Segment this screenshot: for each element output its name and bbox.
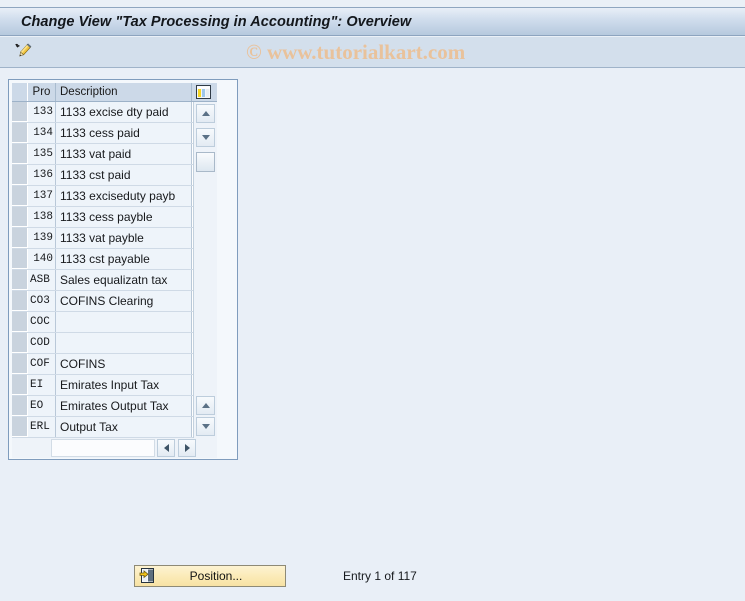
cell-description[interactable]: Emirates Input Tax [56, 375, 192, 395]
arrow-down-glyph-2 [201, 424, 210, 429]
cell-pro[interactable]: 133 [28, 102, 56, 122]
row-selector-cell[interactable] [12, 228, 28, 248]
table-row[interactable]: COC [12, 312, 193, 333]
row-selector-cell[interactable] [12, 270, 28, 290]
table-row[interactable]: 135 1133 vat paid [12, 144, 193, 165]
table-inner: Pro Description 133 1133 excise dty paid 1 [12, 83, 217, 458]
cell-pro[interactable]: 136 [28, 165, 56, 185]
cell-description[interactable]: Emirates Output Tax [56, 396, 192, 416]
scroll-up-arrow-icon[interactable] [196, 104, 215, 123]
scroll-left-arrow-icon[interactable] [157, 439, 175, 457]
position-jump-icon [135, 566, 157, 586]
row-selector-cell[interactable] [12, 102, 28, 122]
row-selector-cell[interactable] [12, 291, 28, 311]
table-row[interactable]: EI Emirates Input Tax [12, 375, 193, 396]
row-selector-cell[interactable] [12, 417, 28, 437]
table-header-row: Pro Description [12, 83, 217, 102]
cell-description[interactable] [56, 333, 192, 353]
table-row[interactable]: COD [12, 333, 193, 354]
position-button[interactable]: Position... [134, 565, 286, 587]
row-selector-cell[interactable] [12, 312, 28, 332]
cell-pro[interactable]: 138 [28, 207, 56, 227]
cell-pro[interactable]: ERL [28, 417, 56, 437]
entry-status-text: Entry 1 of 117 [343, 569, 417, 583]
table-row[interactable]: 140 1133 cst payable [12, 249, 193, 270]
row-selector-cell[interactable] [12, 186, 28, 206]
table-settings-icon[interactable] [192, 83, 215, 101]
scroll-page-down-icon[interactable] [196, 417, 215, 436]
row-selector-cell[interactable] [12, 207, 28, 227]
table-row[interactable]: 137 1133 exciseduty payb [12, 186, 193, 207]
vertical-scrollbar-thumb[interactable] [196, 152, 215, 172]
cell-description[interactable]: COFINS Clearing [56, 291, 192, 311]
horizontal-scroll-row [12, 438, 217, 458]
table-row[interactable]: CO3 COFINS Clearing [12, 291, 193, 312]
table-row[interactable]: 138 1133 cess payble [12, 207, 193, 228]
cell-description[interactable] [56, 312, 192, 332]
table-row[interactable]: 134 1133 cess paid [12, 123, 193, 144]
cell-pro[interactable]: ASB [28, 270, 56, 290]
cell-pro[interactable]: EO [28, 396, 56, 416]
table-row[interactable]: COF COFINS [12, 354, 193, 375]
row-selector-cell[interactable] [12, 333, 28, 353]
row-selector-cell[interactable] [12, 354, 28, 374]
cell-pro[interactable]: 139 [28, 228, 56, 248]
main-content-area: Pro Description 133 1133 excise dty paid 1 [0, 68, 745, 601]
cell-pro[interactable]: 137 [28, 186, 56, 206]
page-title: Change View "Tax Processing in Accountin… [21, 13, 412, 30]
cell-pro[interactable]: CO3 [28, 291, 56, 311]
cell-pro[interactable]: COC [28, 312, 56, 332]
position-button-label: Position... [189, 569, 243, 583]
row-selector-cell[interactable] [12, 396, 28, 416]
cell-description[interactable]: 1133 cst payable [56, 249, 192, 269]
arrow-up-glyph-2 [201, 403, 210, 408]
row-selector-cell[interactable] [12, 375, 28, 395]
tax-codes-table-panel: Pro Description 133 1133 excise dty paid 1 [8, 79, 238, 460]
table-row[interactable]: ERL Output Tax [12, 417, 193, 438]
cell-description[interactable]: COFINS [56, 354, 192, 374]
column-header-pro[interactable]: Pro [28, 83, 56, 101]
table-row[interactable]: 136 1133 cst paid [12, 165, 193, 186]
window-title-bar: Change View "Tax Processing in Accountin… [0, 7, 745, 36]
table-row[interactable]: ASB Sales equalizatn tax [12, 270, 193, 291]
cell-pro[interactable]: 135 [28, 144, 56, 164]
cell-pro[interactable]: COD [28, 333, 56, 353]
sap-window: Change View "Tax Processing in Accountin… [0, 0, 745, 601]
cell-pro[interactable]: 134 [28, 123, 56, 143]
cell-pro[interactable]: EI [28, 375, 56, 395]
vertical-scrollbar[interactable] [193, 102, 217, 438]
row-selector-cell[interactable] [12, 165, 28, 185]
cell-description[interactable]: Output Tax [56, 417, 192, 437]
cell-description[interactable]: 1133 cst paid [56, 165, 192, 185]
header-select-all-cell[interactable] [12, 83, 28, 101]
cell-description[interactable]: 1133 excise dty paid [56, 102, 192, 122]
horizontal-scrollbar-track[interactable] [51, 439, 155, 457]
table-rows-container: 133 1133 excise dty paid 134 1133 cess paid… [12, 102, 193, 438]
scroll-page-up-icon[interactable] [196, 396, 215, 415]
scroll-down-arrow-icon[interactable] [196, 128, 215, 147]
row-selector-cell[interactable] [12, 144, 28, 164]
cell-description[interactable]: 1133 vat payble [56, 228, 192, 248]
table-row[interactable]: 133 1133 excise dty paid [12, 102, 193, 123]
table-row[interactable]: 139 1133 vat payble [12, 228, 193, 249]
arrow-right-glyph [184, 444, 190, 452]
scroll-right-arrow-icon[interactable] [178, 439, 196, 457]
cell-pro[interactable]: COF [28, 354, 56, 374]
application-toolbar: © www.tutorialkart.com [0, 37, 745, 68]
cell-description[interactable]: 1133 cess payble [56, 207, 192, 227]
table-row[interactable]: EO Emirates Output Tax [12, 396, 193, 417]
column-header-description[interactable]: Description [56, 83, 192, 101]
arrow-down-glyph [201, 135, 210, 140]
row-selector-cell[interactable] [12, 123, 28, 143]
cell-pro[interactable]: 140 [28, 249, 56, 269]
arrow-left-glyph [163, 444, 169, 452]
cell-description[interactable]: 1133 vat paid [56, 144, 192, 164]
cell-description[interactable]: 1133 cess paid [56, 123, 192, 143]
cell-description[interactable]: Sales equalizatn tax [56, 270, 192, 290]
row-selector-cell[interactable] [12, 249, 28, 269]
arrow-up-glyph [201, 111, 210, 116]
pencil-edit-icon[interactable] [10, 40, 36, 64]
tutorialkart-watermark: © www.tutorialkart.com [246, 40, 466, 64]
cell-description[interactable]: 1133 exciseduty payb [56, 186, 192, 206]
